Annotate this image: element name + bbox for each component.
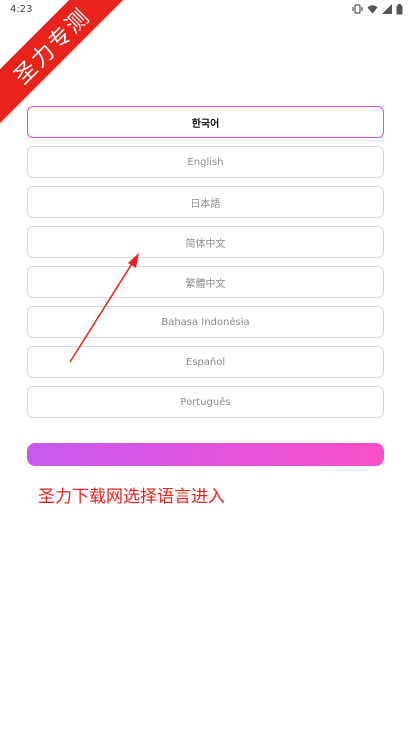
status-bar: 4:23 [0, 0, 411, 18]
language-option-korean[interactable]: 한국어 [27, 106, 384, 138]
enter-button[interactable] [27, 443, 384, 466]
language-option-portuguese[interactable]: Português [27, 386, 384, 418]
status-time: 4:23 [10, 3, 33, 15]
language-label: Español [185, 356, 226, 368]
language-label: 한국어 [191, 118, 220, 130]
language-option-japanese[interactable]: 日本語 [27, 186, 384, 218]
status-icons [352, 3, 403, 15]
language-label: Bahasa Indonésia [161, 316, 250, 328]
signal-icon [382, 4, 392, 14]
language-list: 한국어 English 日本語 简体中文 繁體中文 Bahasa Indonés… [27, 106, 384, 426]
language-option-traditional-chinese[interactable]: 繁體中文 [27, 266, 384, 298]
wifi-icon [367, 4, 378, 14]
language-label: 简体中文 [185, 238, 226, 250]
language-label: Português [180, 396, 231, 408]
language-option-indonesian[interactable]: Bahasa Indonésia [27, 306, 384, 338]
language-label: 日本語 [190, 198, 221, 210]
vibrate-icon [352, 4, 363, 14]
annotation-caption: 圣力下载网选择语言进入 [38, 487, 225, 507]
language-select-screen: 4:23 圣力专测 한국어 English 日本語 简体中文 繁體中文 Baha… [0, 0, 411, 732]
language-label: English [187, 156, 224, 168]
language-option-spanish[interactable]: Español [27, 346, 384, 378]
battery-icon [396, 3, 403, 15]
language-option-english[interactable]: English [27, 146, 384, 178]
language-label: 繁體中文 [185, 278, 226, 290]
language-option-simplified-chinese[interactable]: 简体中文 [27, 226, 384, 258]
